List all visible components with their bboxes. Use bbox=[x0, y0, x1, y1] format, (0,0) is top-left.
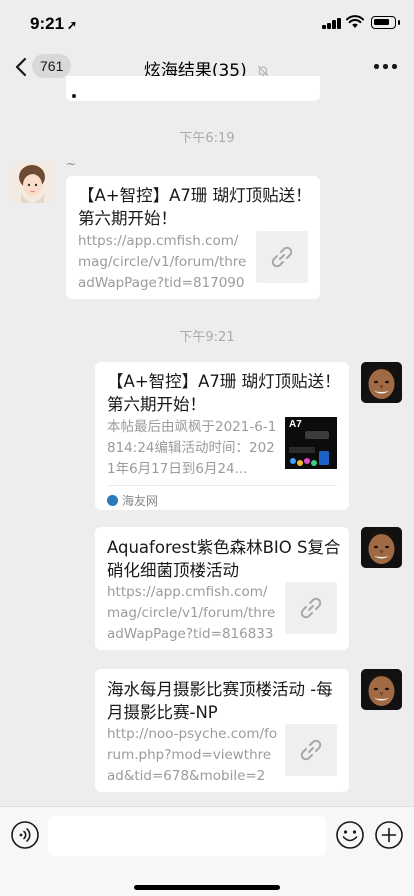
sender-avatar[interactable] bbox=[12, 162, 53, 203]
previous-message-bubble[interactable] bbox=[66, 76, 320, 101]
location-arrow-icon: ➚ bbox=[67, 18, 78, 32]
time-label: 下午9:21 bbox=[179, 330, 235, 345]
more-options-icon[interactable] bbox=[374, 64, 398, 70]
link-message-card[interactable]: 【A+智控】A7珊 瑚灯顶贴送！第六期开始！ https://app.cmfis… bbox=[66, 176, 320, 299]
wifi-icon bbox=[346, 15, 364, 28]
emoji-icon[interactable] bbox=[335, 820, 365, 850]
card-title: Aquaforest紫色森林BIO S复合硝化细菌顶楼活动 bbox=[107, 538, 341, 580]
link-thumbnail bbox=[285, 724, 337, 776]
card-description: 本帖最后由飒枫于2021-6-1814:24编辑活动时间：2021年6月17日到… bbox=[107, 419, 277, 477]
input-bar bbox=[0, 806, 414, 896]
back-chevron-icon[interactable] bbox=[12, 56, 32, 78]
card-url: https://app.cmfish.com/mag/circle/v1/for… bbox=[107, 584, 276, 642]
sender-nickname: ~ bbox=[66, 157, 77, 171]
add-more-icon[interactable] bbox=[374, 820, 404, 850]
thumbnail-label: A7 bbox=[289, 419, 302, 430]
status-bar: 9:21 ➚ bbox=[0, 0, 414, 46]
card-title: 海水每月摄影比赛顶楼活动 -每月摄影比赛-NP bbox=[107, 680, 333, 722]
card-title: 【A+智控】A7珊 瑚灯顶贴送！第六期开始！ bbox=[107, 372, 341, 414]
home-indicator bbox=[134, 885, 280, 890]
time-text: 9:21 bbox=[30, 14, 65, 33]
link-icon bbox=[300, 597, 322, 619]
link-thumbnail bbox=[256, 231, 308, 283]
time-label: 下午6:19 bbox=[179, 131, 235, 146]
my-avatar[interactable] bbox=[361, 669, 402, 710]
link-message-card[interactable]: 海水每月摄影比赛顶楼活动 -每月摄影比赛-NP http://noo-psych… bbox=[95, 669, 349, 792]
article-thumbnail: A7 bbox=[285, 417, 337, 469]
message-input[interactable] bbox=[48, 816, 326, 856]
article-source: 海友网 bbox=[107, 492, 158, 509]
card-url: https://app.cmfish.com/mag/circle/v1/for… bbox=[78, 233, 247, 291]
link-thumbnail bbox=[285, 582, 337, 634]
link-icon bbox=[300, 739, 322, 761]
my-avatar[interactable] bbox=[361, 362, 402, 403]
card-title: 【A+智控】A7珊 瑚灯顶贴送！第六期开始！ bbox=[78, 186, 312, 228]
cellular-signal-icon bbox=[322, 17, 342, 29]
divider bbox=[107, 485, 337, 486]
card-url: http://noo-psyche.com/forum.php?mod=view… bbox=[107, 726, 278, 784]
source-name: 海友网 bbox=[122, 494, 159, 508]
source-logo-icon bbox=[107, 495, 118, 506]
link-icon bbox=[271, 246, 293, 268]
link-message-card[interactable]: 【A+智控】A7珊 瑚灯顶贴送！第六期开始！ 本帖最后由飒枫于2021-6-18… bbox=[95, 362, 349, 510]
status-time: 9:21 ➚ bbox=[30, 14, 77, 34]
battery-icon bbox=[371, 16, 400, 29]
my-avatar[interactable] bbox=[361, 527, 402, 568]
link-message-card[interactable]: Aquaforest紫色森林BIO S复合硝化细菌顶楼活动 https://ap… bbox=[95, 527, 349, 650]
voice-input-icon[interactable] bbox=[10, 820, 40, 850]
unread-count-badge[interactable]: 761 bbox=[32, 54, 72, 78]
